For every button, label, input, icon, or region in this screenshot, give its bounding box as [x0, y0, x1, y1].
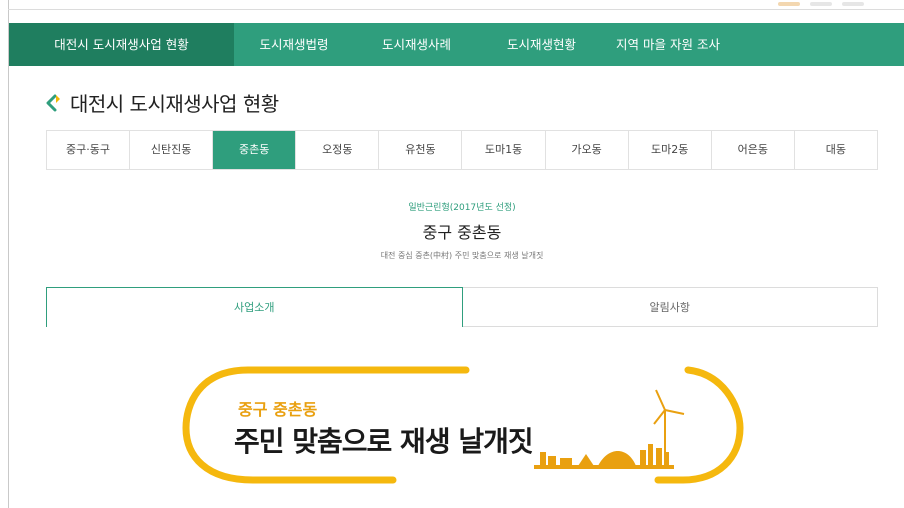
utility-links	[778, 0, 864, 8]
page-title-area: 대전시 도시재생사업 현황	[46, 88, 279, 117]
banner-headline: 주민 맞춤으로 재생 날개짓	[234, 425, 534, 458]
district-tabs: 중구·동구 신탄진동 중촌동 오정동 유천동 도마1동 가오동 도마2동 어은동…	[46, 130, 878, 170]
leaf-arrow-icon	[46, 94, 60, 111]
district-tab-jungchon[interactable]: 중촌동	[213, 131, 297, 169]
banner-frame-right	[654, 366, 744, 484]
nav-item-daejeon-status[interactable]: 대전시 도시재생사업 현황	[9, 23, 234, 66]
district-tab-eoeun[interactable]: 어은동	[712, 131, 795, 169]
district-tab-gao[interactable]: 가오동	[546, 131, 629, 169]
project-info: 일반근린형(2017년도 선정) 중구 중촌동 대전 중심 중촌(中村) 주민 …	[0, 200, 904, 261]
main-navigation: 대전시 도시재생사업 현황 도시재생법령 도시재생사례 도시재생현황 지역 마을…	[9, 23, 904, 66]
district-tab-sintanjin[interactable]: 신탄진동	[130, 131, 214, 169]
page-title: 대전시 도시재생사업 현황	[70, 92, 279, 116]
project-slogan: 대전 중심 중촌(中村) 주민 맞춤으로 재생 날개짓	[380, 251, 544, 260]
utility-link[interactable]	[810, 2, 832, 6]
top-divider	[8, 9, 904, 10]
project-banner: 중구 중촌동 주민 맞춤으로 재생 날개짓	[178, 366, 748, 484]
district-tab-yucheon[interactable]: 유천동	[379, 131, 463, 169]
banner-subtitle: 중구 중촌동	[238, 400, 318, 419]
city-skyline-icon	[534, 444, 674, 469]
district-tab-doma1[interactable]: 도마1동	[462, 131, 546, 169]
utility-link[interactable]	[778, 2, 800, 6]
utility-link[interactable]	[842, 2, 864, 6]
content-tabs: 사업소개 알림사항	[46, 287, 878, 327]
nav-item-urban-status[interactable]: 도시재생현황	[479, 23, 604, 66]
tab-project-intro[interactable]: 사업소개	[46, 287, 463, 327]
nav-item-village-survey[interactable]: 지역 마을 자원 조사	[604, 23, 732, 66]
district-tab-junggu-donggu[interactable]: 중구·동구	[47, 131, 131, 169]
nav-item-urban-cases[interactable]: 도시재생사례	[354, 23, 479, 66]
project-type: 일반근린형(2017년도 선정)	[408, 203, 516, 213]
tab-notices[interactable]: 알림사항	[462, 287, 878, 327]
district-tab-daedong[interactable]: 대동	[795, 131, 877, 169]
nav-item-urban-law[interactable]: 도시재생법령	[234, 23, 354, 66]
project-name: 중구 중촌동	[422, 223, 502, 242]
district-tab-doma2[interactable]: 도마2동	[629, 131, 712, 169]
district-tab-ojeong[interactable]: 오정동	[296, 131, 380, 169]
